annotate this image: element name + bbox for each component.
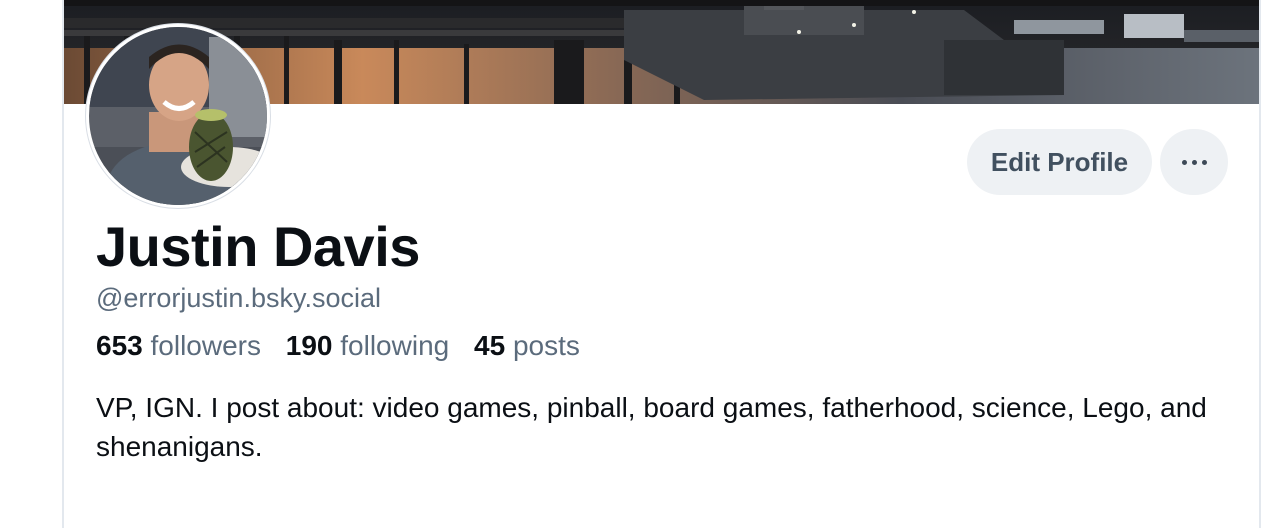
ellipsis-icon <box>1181 159 1207 165</box>
posts-count: 45 <box>474 330 506 361</box>
profile-display-name: Justin Davis <box>96 215 420 278</box>
profile-handle: @errorjustin.bsky.social <box>96 283 381 313</box>
edit-profile-label: Edit Profile <box>990 146 1129 177</box>
profile-avatar[interactable] <box>86 24 270 208</box>
more-options-button[interactable] <box>1160 129 1228 195</box>
posts-label: posts <box>512 330 580 361</box>
followers-stat[interactable]: 653 followers <box>96 330 261 361</box>
followers-count: 653 <box>96 330 143 361</box>
following-label: following <box>340 330 450 361</box>
profile-bio: VP, IGN. I post about: video games, pinb… <box>96 392 1207 462</box>
following-count: 190 <box>285 330 333 361</box>
followers-label: followers <box>150 330 261 361</box>
following-stat[interactable]: 190 following <box>286 330 449 361</box>
profile-stats: 653 followers 190 following 45 posts <box>96 328 597 364</box>
edit-profile-button[interactable]: Edit Profile <box>967 129 1152 195</box>
column-right-border <box>1259 0 1261 528</box>
posts-stat: 45 posts <box>474 330 580 361</box>
